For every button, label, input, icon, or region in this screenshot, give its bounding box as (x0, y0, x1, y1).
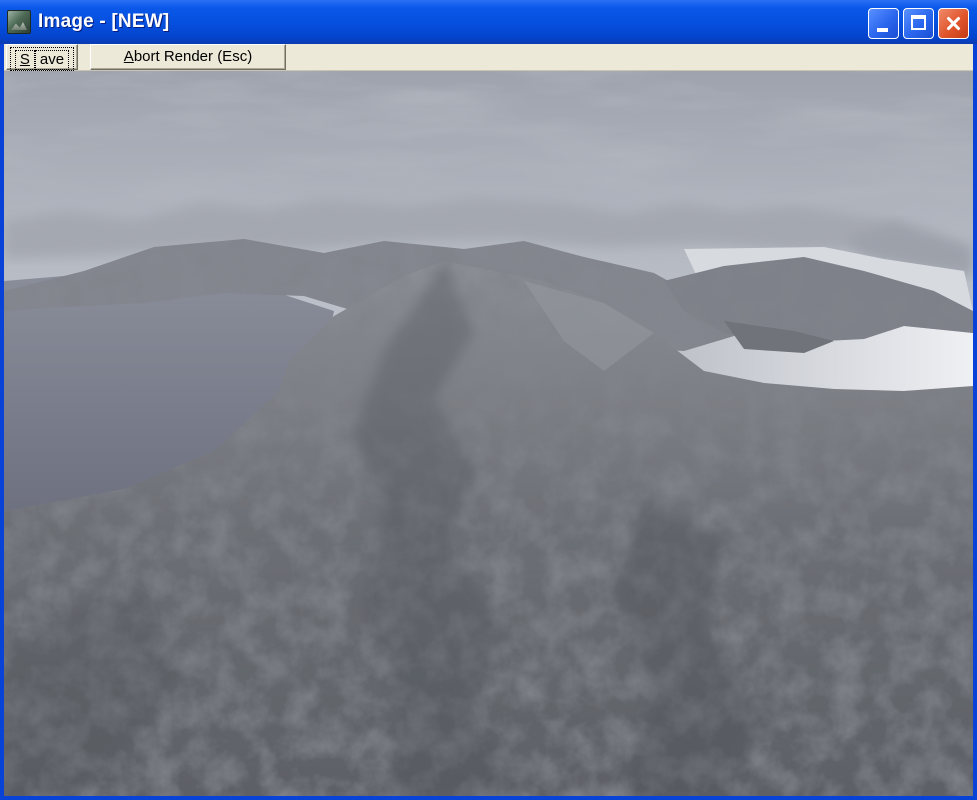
title-bar[interactable]: Image - [NEW] (0, 0, 977, 44)
minimize-button[interactable] (868, 8, 899, 39)
app-icon (7, 10, 31, 34)
maximize-button[interactable] (903, 8, 934, 39)
maximize-icon (911, 15, 926, 30)
minimize-icon (877, 28, 888, 32)
toolbar: Save Abort Render (Esc) (4, 44, 973, 71)
abort-button-mnemonic: A (123, 48, 134, 65)
save-button-label: Save (9, 47, 75, 71)
window-title: Image - [NEW] (38, 11, 170, 32)
abort-render-button[interactable]: Abort Render (Esc) (90, 44, 286, 70)
rendered-terrain-image (4, 71, 973, 796)
save-button[interactable]: Save (6, 44, 78, 71)
close-icon (939, 9, 968, 38)
image-window: Image - [NEW] Save Abort Render (Esc) (0, 0, 977, 800)
close-button[interactable] (938, 8, 969, 39)
render-canvas (4, 71, 973, 796)
abort-button-label: bort Render (Esc) (133, 48, 253, 65)
